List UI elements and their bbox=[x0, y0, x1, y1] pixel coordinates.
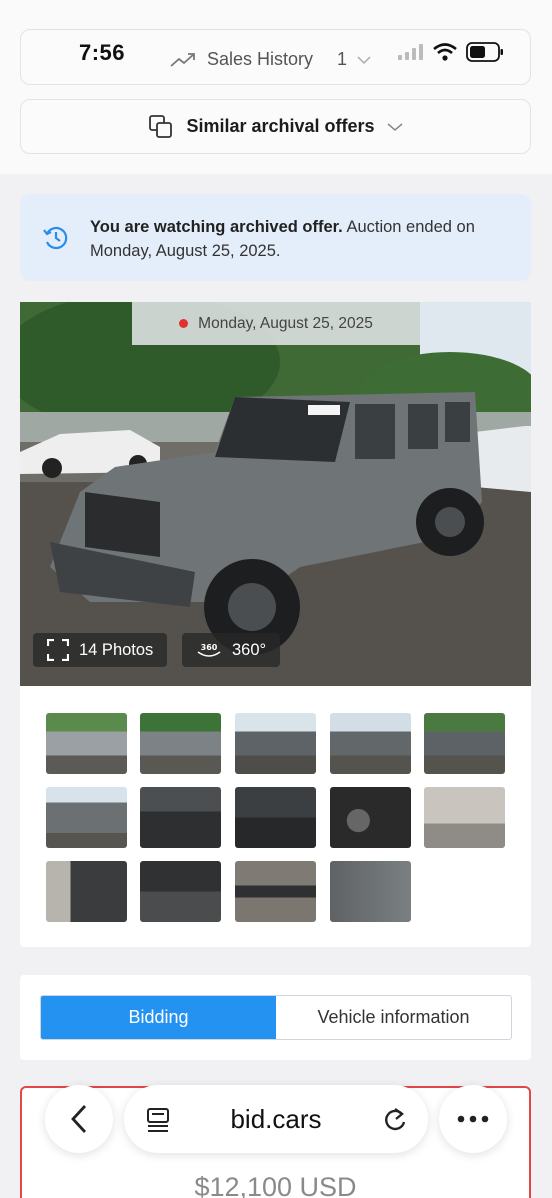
thumbnail[interactable] bbox=[424, 713, 505, 774]
reader-icon bbox=[147, 1108, 169, 1132]
thumbnail[interactable] bbox=[330, 713, 411, 774]
similar-offers-label: Similar archival offers bbox=[186, 116, 375, 136]
photos-count: 14 Photos bbox=[79, 640, 154, 659]
thumbnail[interactable] bbox=[46, 861, 127, 922]
copy-icon bbox=[149, 114, 173, 138]
view-360-label: 360° bbox=[232, 640, 267, 659]
address-bar[interactable]: bid.cars bbox=[124, 1085, 428, 1153]
chevron-left-icon bbox=[71, 1105, 87, 1133]
thumbnail[interactable] bbox=[140, 787, 221, 848]
trend-up-icon bbox=[170, 52, 195, 67]
notice-text: You are watching archived offer. Auction… bbox=[90, 215, 510, 263]
similar-offers-dropdown[interactable]: Similar archival offers bbox=[20, 99, 531, 154]
thumbnail[interactable] bbox=[235, 787, 316, 848]
auction-date-badge: Monday, August 25, 2025 bbox=[132, 302, 420, 345]
chevron-down-icon bbox=[357, 55, 371, 64]
thumbnail[interactable] bbox=[140, 861, 221, 922]
thumbnail[interactable] bbox=[330, 861, 411, 922]
tabs: Bidding Vehicle information bbox=[40, 995, 512, 1040]
sales-history-count: 1 bbox=[337, 49, 348, 69]
main-vehicle-photo[interactable]: Monday, August 25, 2025 14 Photos 360 36… bbox=[20, 302, 531, 686]
red-dot-icon bbox=[179, 319, 189, 328]
clock: 7:56 bbox=[79, 40, 126, 65]
sales-history-label: Sales History bbox=[207, 49, 314, 69]
tabs-card: Bidding Vehicle information bbox=[20, 975, 531, 1060]
svg-text:360: 360 bbox=[201, 643, 218, 652]
back-button[interactable] bbox=[45, 1085, 113, 1153]
thumbnail[interactable] bbox=[424, 787, 505, 848]
photos-button[interactable]: 14 Photos bbox=[33, 633, 168, 667]
thumbnail[interactable] bbox=[140, 713, 221, 774]
rotate-360-icon: 360 bbox=[197, 643, 221, 657]
system-icons bbox=[398, 42, 504, 62]
notice-bold: You are watching archived offer. bbox=[90, 218, 343, 236]
thumbnail[interactable] bbox=[46, 787, 127, 848]
battery-icon bbox=[466, 42, 503, 62]
signal-icon bbox=[398, 44, 423, 60]
wifi-icon bbox=[433, 43, 457, 61]
tab-bidding[interactable]: Bidding bbox=[41, 996, 276, 1039]
history-icon bbox=[43, 226, 68, 250]
vehicle-photo-illustration bbox=[20, 302, 531, 686]
url-text: bid.cars bbox=[230, 1103, 322, 1134]
more-options-button[interactable] bbox=[439, 1085, 507, 1153]
thumbnail[interactable] bbox=[235, 861, 316, 922]
reload-icon[interactable] bbox=[382, 1107, 408, 1133]
status-bar: 7:56 Sales History 1 bbox=[20, 29, 531, 85]
browser-toolbar: bid.cars bbox=[0, 1078, 552, 1163]
chevron-down-icon bbox=[387, 122, 403, 131]
auction-date: Monday, August 25, 2025 bbox=[198, 314, 373, 332]
final-price: $12,100 USD bbox=[194, 1172, 357, 1198]
thumbnail[interactable] bbox=[235, 713, 316, 774]
more-dots-icon bbox=[457, 1115, 489, 1123]
view-360-button[interactable]: 360 360° bbox=[182, 633, 281, 667]
sales-history-button[interactable]: Sales History 1 bbox=[169, 49, 371, 70]
archived-notice: You are watching archived offer. Auction… bbox=[20, 194, 531, 281]
tab-vehicle-information[interactable]: Vehicle information bbox=[276, 996, 511, 1039]
photo-gallery: Monday, August 25, 2025 14 Photos 360 36… bbox=[20, 302, 531, 947]
thumbnail[interactable] bbox=[330, 787, 411, 848]
fullscreen-icon bbox=[47, 639, 69, 661]
thumbnail[interactable] bbox=[46, 713, 127, 774]
